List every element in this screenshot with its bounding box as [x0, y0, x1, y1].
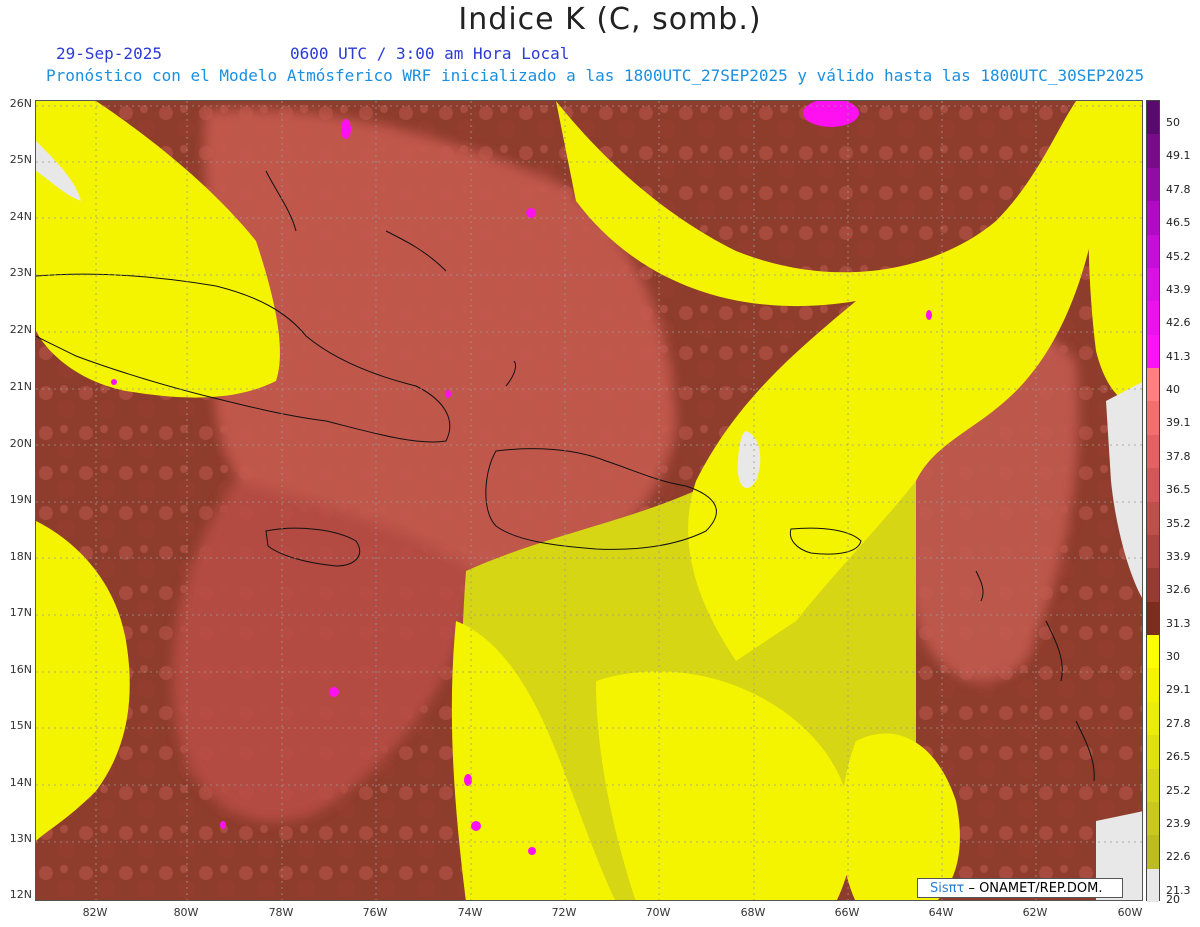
color-bar-label: 32.6 — [1166, 583, 1191, 597]
forecast-date: 29-Sep-2025 — [56, 44, 162, 63]
color-bar-label: 47.8 — [1166, 182, 1191, 196]
credit-box: Sisπτ – ONAMET/REP.DOM. — [917, 878, 1123, 898]
color-bar-label: 23.9 — [1166, 816, 1191, 830]
color-bar-label: 36.5 — [1166, 483, 1191, 497]
color-bar-label: 27.8 — [1166, 716, 1191, 730]
lat-label: 13N — [9, 832, 32, 845]
credit-text: – ONAMET/REP.DOM. — [968, 881, 1103, 896]
lon-label: 62W — [1022, 906, 1048, 919]
color-bar-swatch — [1147, 267, 1159, 302]
lon-label: 76W — [362, 906, 388, 919]
color-bar-label: 46.5 — [1166, 216, 1191, 230]
color-bar-swatch — [1147, 234, 1159, 268]
color-bar-swatch — [1147, 434, 1159, 469]
color-bar-label: 45.2 — [1166, 249, 1191, 263]
lon-label: 70W — [645, 906, 671, 919]
color-bar-swatch — [1147, 468, 1159, 502]
lon-label: 80W — [173, 906, 199, 919]
lat-label: 18N — [9, 550, 32, 563]
lat-label: 12N — [9, 888, 32, 901]
color-bar-label: 42.6 — [1166, 316, 1191, 330]
credit-brand: Sisπτ — [930, 881, 965, 896]
lat-label: 23N — [9, 266, 32, 279]
color-bar-swatch — [1147, 101, 1159, 135]
lon-label: 60W — [1117, 906, 1143, 919]
lon-label: 72W — [551, 906, 577, 919]
lat-label: 26N — [9, 97, 32, 110]
k-index-field — [36, 101, 1142, 900]
color-bar — [1146, 100, 1160, 902]
lat-label: 20N — [9, 437, 32, 450]
color-bar-swatch — [1147, 167, 1159, 202]
color-bar-label: 33.9 — [1166, 549, 1191, 563]
lat-label: 17N — [9, 606, 32, 619]
forecast-time: 0600 UTC / 3:00 am Hora Local — [290, 44, 570, 63]
color-bar-label: 31.3 — [1166, 616, 1191, 630]
lon-label: 66W — [834, 906, 860, 919]
map-title: Indice K (C, somb.) — [458, 2, 762, 37]
color-bar-label: 37.8 — [1166, 449, 1191, 463]
color-bar-label: 29.1 — [1166, 683, 1191, 697]
color-bar-label: 30 — [1166, 650, 1180, 663]
color-bar-label: 50 — [1166, 116, 1180, 129]
lat-label: 14N — [9, 776, 32, 789]
color-bar-swatch — [1147, 334, 1159, 368]
lat-label: 21N — [9, 380, 32, 393]
color-bar-label: 41.3 — [1166, 349, 1191, 363]
color-bar-swatch — [1147, 401, 1159, 435]
color-bar-swatch — [1147, 201, 1159, 235]
color-bar-swatch — [1147, 735, 1159, 769]
lat-label: 16N — [9, 663, 32, 676]
color-bar-swatch — [1147, 301, 1159, 335]
lon-label: 68W — [740, 906, 766, 919]
lon-label: 82W — [82, 906, 108, 919]
color-bar-swatch — [1147, 635, 1159, 669]
lon-label: 64W — [928, 906, 954, 919]
color-bar-swatch — [1147, 835, 1159, 869]
color-bar-swatch — [1147, 568, 1159, 602]
lat-label: 22N — [9, 323, 32, 336]
lat-label: 19N — [9, 493, 32, 506]
color-bar-label: 26.5 — [1166, 750, 1191, 764]
lat-label: 15N — [9, 719, 32, 732]
color-bar-label: 20 — [1166, 893, 1180, 906]
forecast-description: Pronóstico con el Modelo Atmósferico WRF… — [46, 66, 1145, 85]
color-bar-swatch — [1147, 701, 1159, 736]
color-bar-label: 25.2 — [1166, 783, 1191, 797]
lon-label: 78W — [268, 906, 294, 919]
color-bar-label: 49.1 — [1166, 149, 1191, 163]
color-bar-swatch — [1147, 801, 1159, 836]
color-bar-swatch — [1147, 601, 1159, 635]
color-bar-label: 43.9 — [1166, 282, 1191, 296]
color-bar-label: 35.2 — [1166, 516, 1191, 530]
color-bar-swatch — [1147, 534, 1159, 569]
color-bar-swatch — [1147, 768, 1159, 802]
color-bar-swatch — [1147, 668, 1159, 702]
color-bar-swatch — [1147, 868, 1159, 902]
color-bar-label: 39.1 — [1166, 416, 1191, 430]
lat-label: 24N — [9, 210, 32, 223]
color-bar-swatch — [1147, 134, 1159, 168]
color-bar-label: 40 — [1166, 383, 1180, 396]
color-bar-swatch — [1147, 501, 1159, 535]
color-bar-swatch — [1147, 368, 1159, 402]
lon-label: 74W — [457, 906, 483, 919]
color-bar-label: 22.6 — [1166, 850, 1191, 864]
lat-label: 25N — [9, 153, 32, 166]
k-index-map — [35, 100, 1143, 901]
